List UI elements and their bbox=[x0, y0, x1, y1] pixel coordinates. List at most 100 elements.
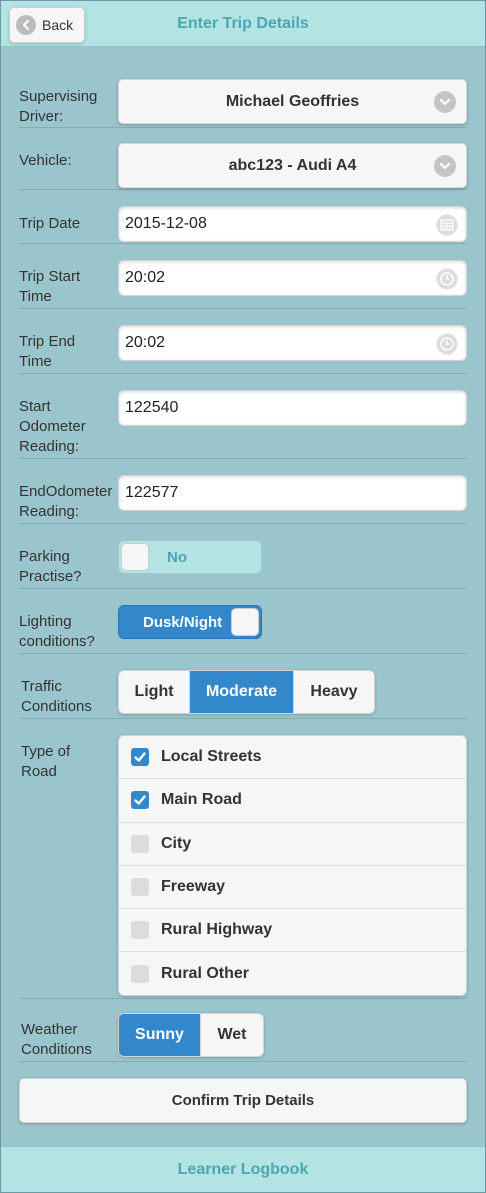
weather-option-wet[interactable]: Wet bbox=[201, 1014, 263, 1056]
select-value: Michael Geoffries bbox=[225, 92, 360, 110]
road-type-city[interactable]: City bbox=[119, 823, 466, 866]
supervising-driver-select[interactable]: Michael Geoffries bbox=[118, 79, 467, 124]
footer-title: Learner Logbook bbox=[177, 1160, 309, 1178]
end-odometer-row: EndOdometer Reading: 122577 bbox=[19, 459, 467, 524]
trip-end-label: Trip End Time bbox=[19, 332, 75, 372]
trip-start-label: Trip Start Time bbox=[19, 267, 80, 307]
traffic-option-heavy[interactable]: Heavy bbox=[294, 671, 374, 713]
input-value: 122577 bbox=[125, 484, 179, 501]
checkbox-empty-icon[interactable] bbox=[131, 921, 149, 940]
toggle-value: No bbox=[167, 549, 187, 566]
trip-date-row: Trip Date 2015-12-08 bbox=[19, 190, 467, 244]
checkbox-empty-icon[interactable] bbox=[131, 878, 149, 897]
vehicle-row: Vehicle: abc123 - Audi A4 bbox=[19, 128, 467, 190]
start-odometer-label: Start Odometer Reading: bbox=[19, 397, 86, 457]
trip-date-label: Trip Date bbox=[19, 215, 81, 232]
checkbox-label: Main Road bbox=[161, 791, 242, 809]
label-line: Weather bbox=[21, 1021, 78, 1038]
chevron-down-icon bbox=[434, 91, 456, 113]
road-type-row: Type of Road Local Streets Main Road Cit… bbox=[19, 719, 467, 999]
select-value: abc123 - Audi A4 bbox=[228, 156, 357, 174]
lighting-row: Lighting conditions? Dusk/Night bbox=[19, 589, 467, 654]
label-line: Conditions bbox=[21, 698, 92, 715]
footer-bar: Learner Logbook bbox=[1, 1146, 485, 1192]
traffic-option-moderate[interactable]: Moderate bbox=[190, 671, 294, 713]
trip-end-input[interactable]: 20:02 bbox=[118, 325, 467, 361]
chevron-down-icon bbox=[434, 155, 456, 177]
label-line: Traffic bbox=[21, 678, 62, 695]
end-odometer-input[interactable]: 122577 bbox=[118, 475, 467, 511]
checkbox-empty-icon[interactable] bbox=[131, 834, 149, 853]
label-line: Time bbox=[19, 288, 52, 305]
label-line: Trip End bbox=[19, 333, 76, 350]
end-odometer-label: EndOdometer Reading: bbox=[19, 482, 112, 522]
label-line: EndOdometer bbox=[19, 483, 113, 500]
clock-icon[interactable] bbox=[436, 268, 458, 290]
label-line: Driver: bbox=[19, 108, 64, 125]
page-title: Enter Trip Details bbox=[177, 15, 309, 32]
lighting-toggle[interactable]: Dusk/Night bbox=[118, 605, 262, 639]
traffic-segmented-control: Light Moderate Heavy bbox=[118, 670, 375, 714]
road-type-checklist: Local Streets Main Road City Freeway Rur… bbox=[118, 735, 467, 996]
label-line: Reading: bbox=[19, 503, 80, 520]
start-odometer-row: Start Odometer Reading: 122540 bbox=[19, 374, 467, 459]
label-line: Parking bbox=[19, 548, 70, 565]
road-type-main-road[interactable]: Main Road bbox=[119, 779, 466, 823]
label-line: Supervising bbox=[19, 88, 98, 105]
traffic-label: Traffic Conditions bbox=[21, 677, 92, 717]
checkbox-label: Rural Highway bbox=[161, 921, 273, 939]
vehicle-label: Vehicle: bbox=[19, 152, 72, 169]
road-type-rural-other[interactable]: Rural Other bbox=[119, 952, 466, 995]
weather-segmented-control: Sunny Wet bbox=[118, 1013, 264, 1057]
confirm-trip-details-button[interactable]: Confirm Trip Details bbox=[19, 1078, 467, 1123]
toggle-knob[interactable] bbox=[231, 608, 259, 636]
checkbox-label: Rural Other bbox=[161, 965, 250, 983]
traffic-option-light[interactable]: Light bbox=[119, 671, 190, 713]
weather-row: Weather Conditions Sunny Wet bbox=[19, 999, 467, 1062]
parking-toggle[interactable]: No bbox=[118, 540, 262, 574]
start-odometer-input[interactable]: 122540 bbox=[118, 390, 467, 426]
label-line: Lighting bbox=[19, 613, 72, 630]
header-bar: Back Enter Trip Details bbox=[1, 1, 485, 47]
label-line: conditions? bbox=[19, 633, 95, 650]
label-line: Type of bbox=[21, 743, 71, 760]
input-value: 20:02 bbox=[125, 269, 166, 286]
parking-label: Parking Practise? bbox=[19, 547, 82, 587]
check-icon[interactable] bbox=[131, 748, 149, 767]
label-line: Reading: bbox=[19, 438, 80, 455]
checkbox-empty-icon[interactable] bbox=[131, 965, 149, 984]
trip-end-row: Trip End Time 20:02 bbox=[19, 309, 467, 374]
traffic-row: Traffic Conditions Light Moderate Heavy bbox=[19, 654, 467, 719]
supervising-driver-row: Supervising Driver: Michael Geoffries bbox=[19, 78, 467, 128]
calendar-icon[interactable] bbox=[436, 214, 458, 236]
label-line: Trip Start bbox=[19, 268, 81, 285]
weather-option-sunny[interactable]: Sunny bbox=[119, 1014, 201, 1056]
clock-icon[interactable] bbox=[436, 333, 458, 355]
checkbox-label: Local Streets bbox=[161, 748, 262, 766]
vehicle-select[interactable]: abc123 - Audi A4 bbox=[118, 143, 467, 188]
road-type-local-streets[interactable]: Local Streets bbox=[119, 736, 466, 780]
toggle-knob[interactable] bbox=[121, 543, 149, 571]
label-line: Road bbox=[21, 763, 57, 780]
label-line: Time bbox=[19, 353, 52, 370]
check-icon[interactable] bbox=[131, 791, 149, 810]
supervising-driver-label: Supervising Driver: bbox=[19, 87, 97, 127]
lighting-label: Lighting conditions? bbox=[19, 612, 95, 652]
label-line: Practise? bbox=[19, 568, 82, 585]
label-line: Conditions bbox=[21, 1041, 92, 1058]
parking-row: Parking Practise? No bbox=[19, 524, 467, 589]
trip-start-row: Trip Start Time 20:02 bbox=[19, 244, 467, 309]
road-type-rural-highway[interactable]: Rural Highway bbox=[119, 909, 466, 953]
input-value: 122540 bbox=[125, 399, 179, 416]
label-line: Start bbox=[19, 398, 51, 415]
checkbox-label: City bbox=[161, 834, 192, 852]
checkbox-label: Freeway bbox=[161, 878, 226, 896]
road-type-freeway[interactable]: Freeway bbox=[119, 866, 466, 910]
input-value: 20:02 bbox=[125, 334, 166, 351]
toggle-value: Dusk/Night bbox=[143, 614, 223, 631]
label-line: Odometer bbox=[19, 418, 86, 435]
trip-start-input[interactable]: 20:02 bbox=[118, 260, 467, 296]
input-value: 2015-12-08 bbox=[125, 215, 207, 232]
trip-date-input[interactable]: 2015-12-08 bbox=[118, 206, 467, 242]
weather-label: Weather Conditions bbox=[21, 1020, 92, 1060]
